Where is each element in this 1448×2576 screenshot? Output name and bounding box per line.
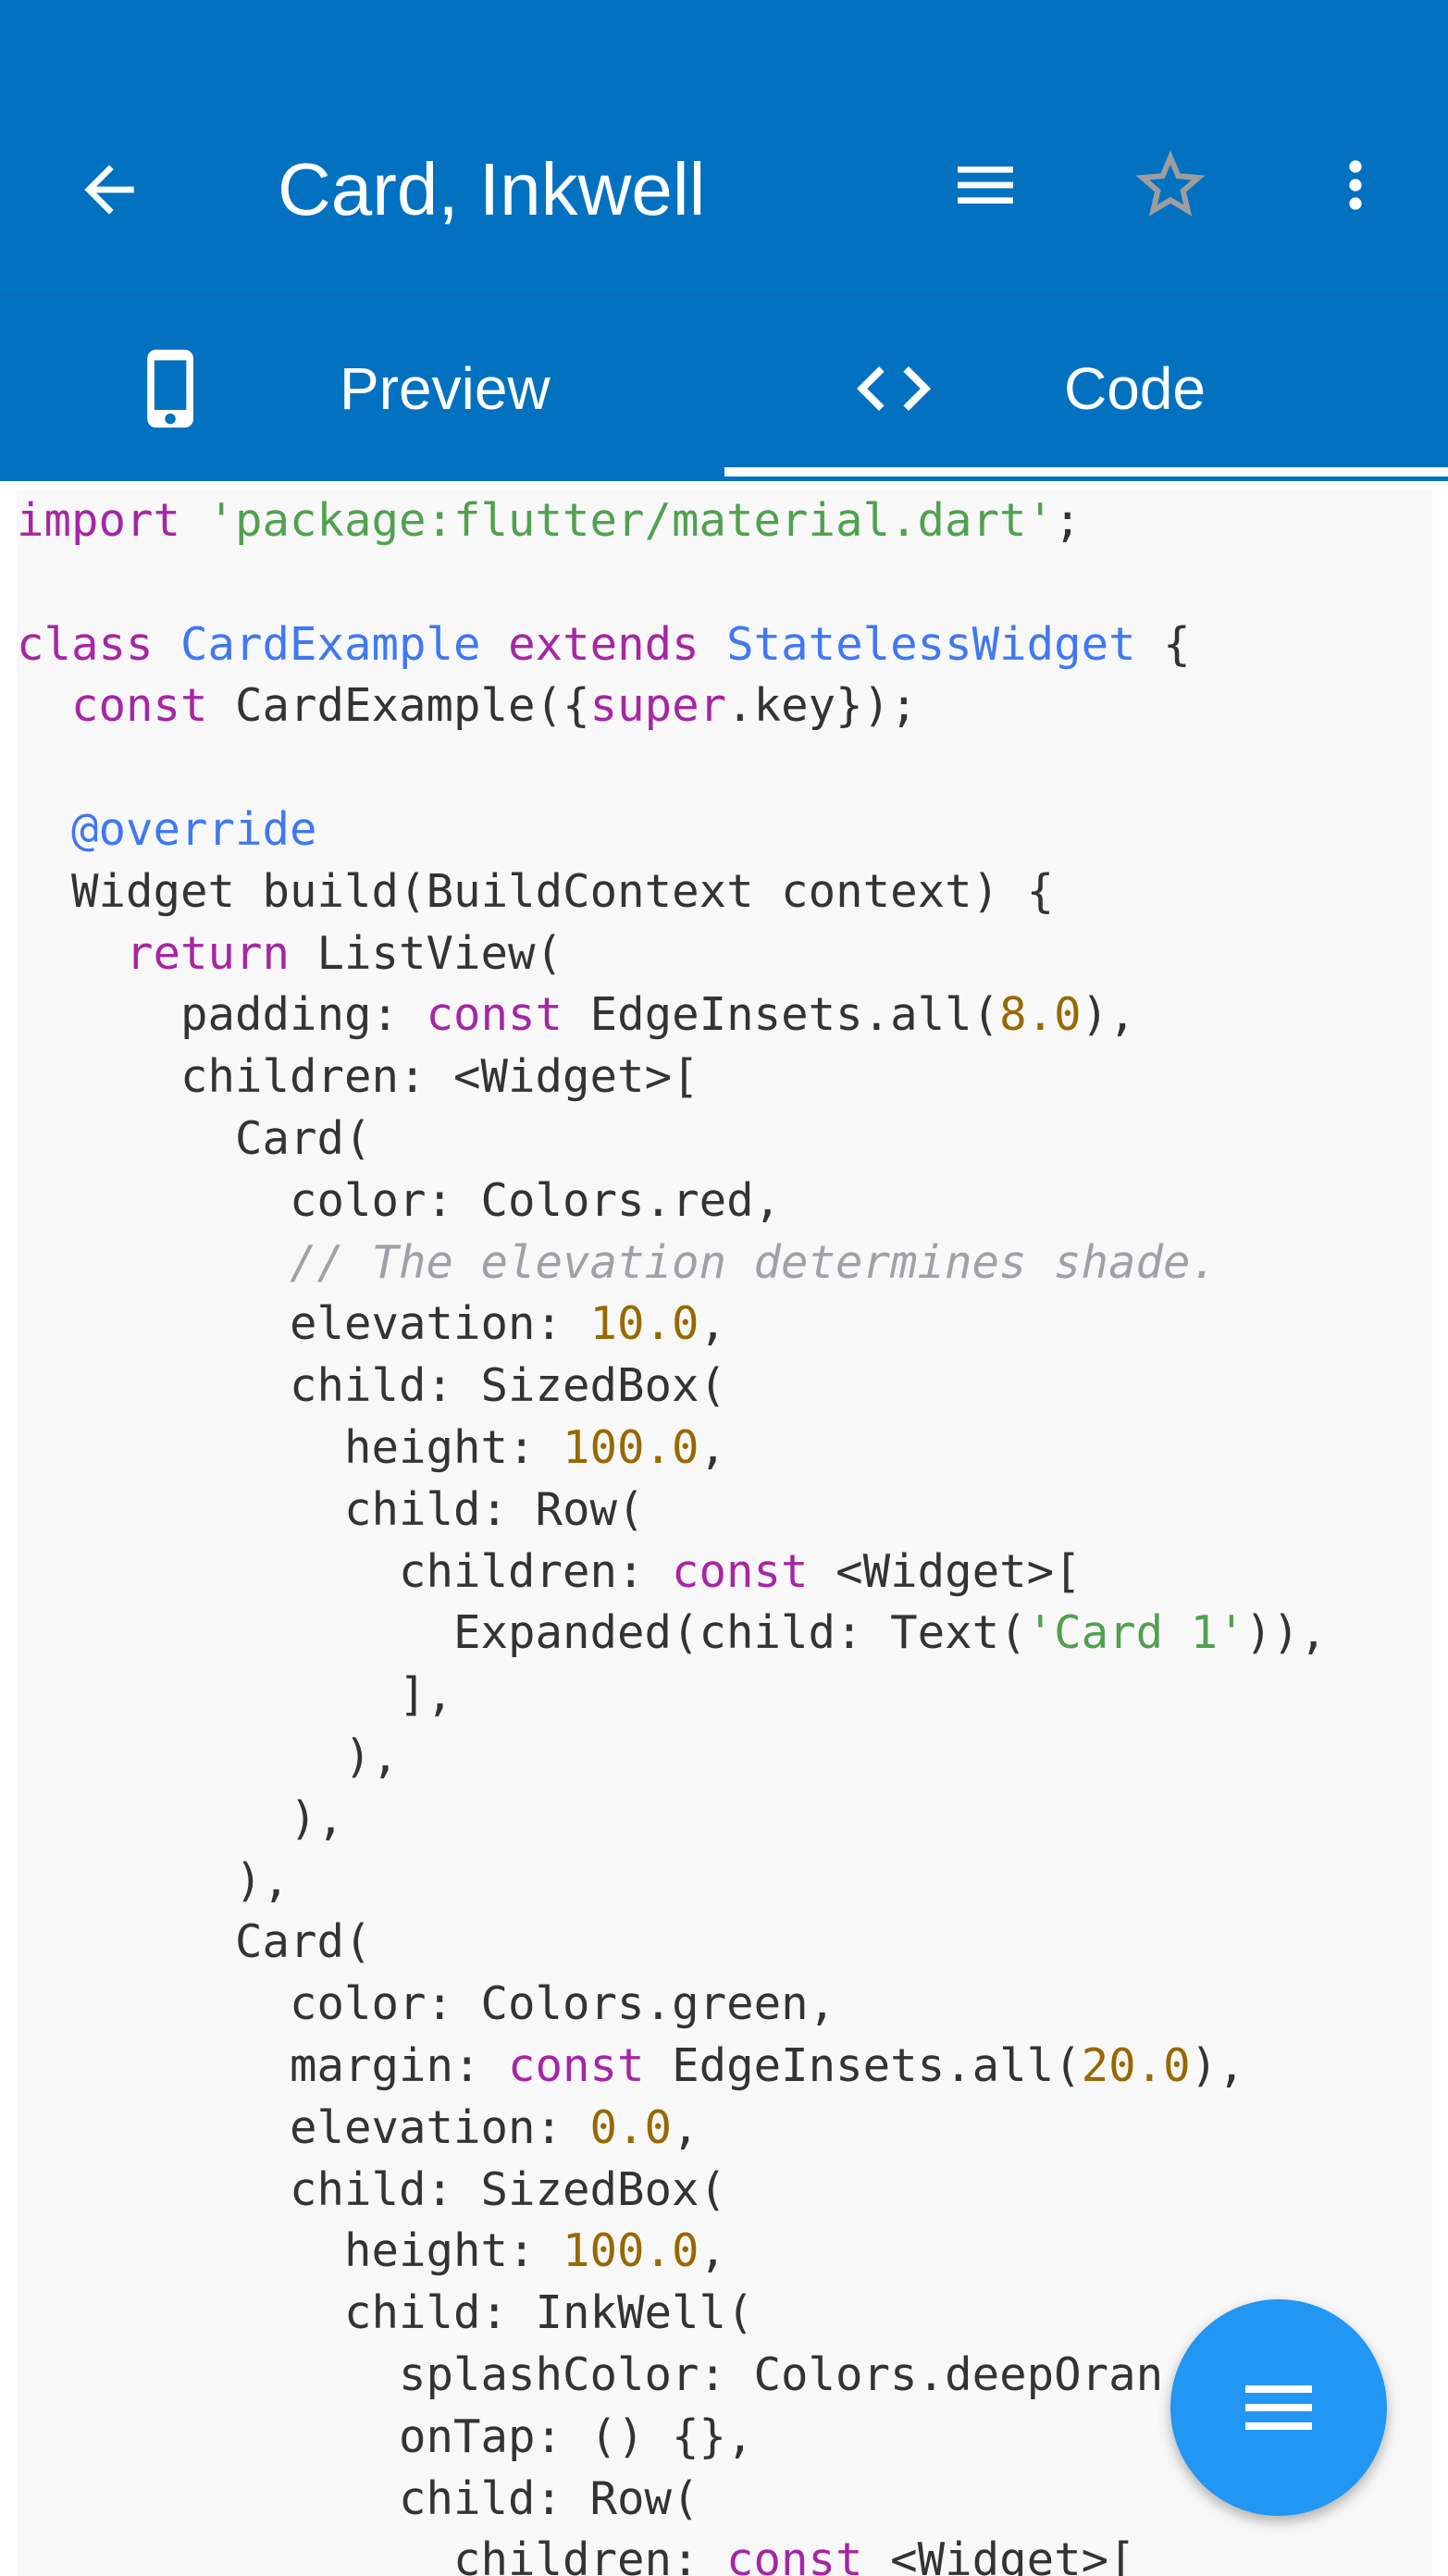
more-vertical-icon xyxy=(1349,160,1362,210)
tab-label: Code xyxy=(1064,355,1206,422)
more-button[interactable] xyxy=(1309,134,1402,236)
code-line: child: InkWell( xyxy=(344,2286,754,2340)
code-line: @override xyxy=(71,802,317,856)
code-line: class CardExample extends StatelessWidge… xyxy=(17,617,1191,671)
app-bar: Card, Inkwell xyxy=(0,0,1448,294)
tab-code[interactable]: Code xyxy=(724,296,1448,481)
code-line: elevation: 10.0, xyxy=(290,1297,727,1351)
code-line: // The elevation determines shade. xyxy=(290,1235,1219,1289)
code-line: height: 100.0, xyxy=(344,1420,727,1474)
tab-label: Preview xyxy=(340,355,551,422)
tab-preview[interactable]: Preview xyxy=(0,296,724,481)
hamburger-menu-icon xyxy=(1245,2385,1312,2430)
code-line: child: SizedBox( xyxy=(290,1359,727,1413)
code-line: Card( xyxy=(235,1915,372,1969)
code-line: children: const <Widget>[ xyxy=(399,1544,1082,1598)
code-line: child: SizedBox( xyxy=(290,2162,727,2216)
code-line: Expanded(child: Text('Card 1')), xyxy=(453,1606,1328,1660)
menu-button[interactable] xyxy=(934,134,1036,236)
code-line: ], xyxy=(17,1668,454,1722)
code-line: return ListView( xyxy=(126,926,563,980)
hamburger-menu-icon xyxy=(958,167,1013,204)
arrow-back-icon xyxy=(83,165,134,215)
phone-icon xyxy=(147,349,193,428)
code-line: ), xyxy=(17,1791,345,1845)
code-brackets-icon xyxy=(857,366,931,411)
code-block: import 'package:flutter/material.dart'; … xyxy=(17,490,1327,2576)
code-line: margin: const EdgeInsets.all(20.0), xyxy=(290,2038,1245,2092)
code-line: splashColor: Colors.deepOran xyxy=(399,2347,1164,2401)
code-line: Widget build(BuildContext context) { xyxy=(71,864,1055,918)
code-line: import 'package:flutter/material.dart'; xyxy=(17,494,1082,547)
code-line: children: <Widget>[ xyxy=(180,1050,699,1104)
code-line: ), xyxy=(17,1853,291,1907)
back-button[interactable] xyxy=(56,139,162,241)
star-outline-icon xyxy=(1135,150,1206,217)
code-line: children: const <Widget>[ xyxy=(453,2533,1136,2576)
code-line: padding: const EdgeInsets.all(8.0), xyxy=(180,988,1136,1042)
code-line: color: Colors.green, xyxy=(290,1977,836,2031)
code-line: elevation: 0.0, xyxy=(290,2100,699,2154)
selected-tab-indicator xyxy=(724,467,1448,477)
page-title: Card, Inkwell xyxy=(278,148,706,230)
favorite-button[interactable] xyxy=(1120,134,1221,236)
code-line: child: Row( xyxy=(399,2471,699,2525)
menu-fab[interactable] xyxy=(1170,2299,1387,2516)
code-line: color: Colors.red, xyxy=(290,1173,782,1227)
code-viewer[interactable]: import 'package:flutter/material.dart'; … xyxy=(17,490,1432,2576)
code-line: onTap: () {}, xyxy=(399,2409,754,2463)
code-line: ), xyxy=(17,1729,400,1783)
code-line: height: 100.0, xyxy=(344,2224,727,2278)
code-line: Card( xyxy=(235,1111,372,1165)
code-line: const CardExample({super.key}); xyxy=(71,679,918,733)
code-line: child: Row( xyxy=(344,1482,645,1536)
tab-bar: Preview Code xyxy=(0,294,1448,481)
